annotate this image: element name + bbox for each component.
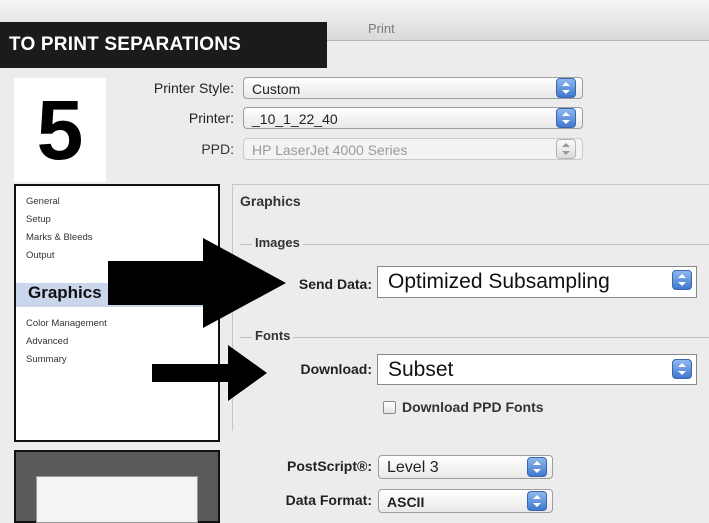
- window-title: Print: [368, 21, 395, 36]
- download-stepper-icon[interactable]: [672, 359, 692, 379]
- ppd-popup: HP LaserJet 4000 Series: [243, 138, 583, 160]
- images-group-divider: [240, 244, 709, 245]
- download-ppd-fonts-label: Download PPD Fonts: [402, 399, 544, 415]
- arrow-to-send-data-icon: [108, 238, 286, 328]
- printer-style-label: Printer Style:: [153, 80, 234, 96]
- sidebar-item-color-management[interactable]: Color Management: [26, 318, 107, 329]
- ppd-label: PPD:: [201, 141, 234, 157]
- graphics-settings-panel: [232, 184, 709, 431]
- postscript-label: PostScript®:: [287, 458, 372, 474]
- ppd-stepper-icon: [556, 139, 576, 159]
- fonts-group-label: Fonts: [252, 328, 294, 343]
- instruction-banner: TO PRINT SEPARATIONS: [0, 22, 327, 68]
- download-value: Subset: [388, 358, 454, 381]
- postscript-stepper-icon[interactable]: [527, 457, 547, 477]
- sidebar-item-general[interactable]: General: [26, 196, 60, 207]
- sidebar-item-advanced[interactable]: Advanced: [26, 336, 68, 347]
- printer-style-stepper-icon[interactable]: [556, 78, 576, 98]
- postscript-value: Level 3: [387, 459, 439, 476]
- ppd-value: HP LaserJet 4000 Series: [252, 142, 408, 158]
- panel-title: Graphics: [240, 193, 301, 209]
- sidebar-item-setup[interactable]: Setup: [26, 214, 51, 225]
- sidebar-item-graphics[interactable]: Graphics: [28, 283, 102, 303]
- download-popup[interactable]: Subset: [377, 354, 697, 385]
- sidebar-item-marks-bleeds[interactable]: Marks & Bleeds: [26, 232, 93, 243]
- page-preview-sheet: [36, 476, 198, 523]
- fonts-group-divider: [240, 337, 709, 338]
- step-number: 5: [14, 78, 106, 182]
- sidebar-item-output[interactable]: Output: [26, 250, 55, 261]
- printer-style-value: Custom: [252, 81, 301, 97]
- printer-style-popup[interactable]: Custom: [243, 77, 583, 99]
- printer-label: Printer:: [188, 110, 234, 126]
- sidebar-item-summary[interactable]: Summary: [26, 354, 67, 365]
- arrow-to-download-icon: [152, 345, 267, 401]
- send-data-value: Optimized Subsampling: [388, 270, 610, 293]
- data-format-label: Data Format:: [285, 492, 372, 508]
- data-format-stepper-icon[interactable]: [527, 491, 547, 511]
- printer-stepper-icon[interactable]: [556, 108, 576, 128]
- send-data-stepper-icon[interactable]: [672, 270, 692, 290]
- printer-popup[interactable]: _10_1_22_40: [243, 107, 583, 129]
- send-data-popup[interactable]: Optimized Subsampling: [377, 266, 697, 298]
- data-format-value: ASCII: [387, 494, 425, 510]
- download-ppd-fonts-checkbox[interactable]: [383, 401, 396, 414]
- printer-value: _10_1_22_40: [252, 111, 338, 127]
